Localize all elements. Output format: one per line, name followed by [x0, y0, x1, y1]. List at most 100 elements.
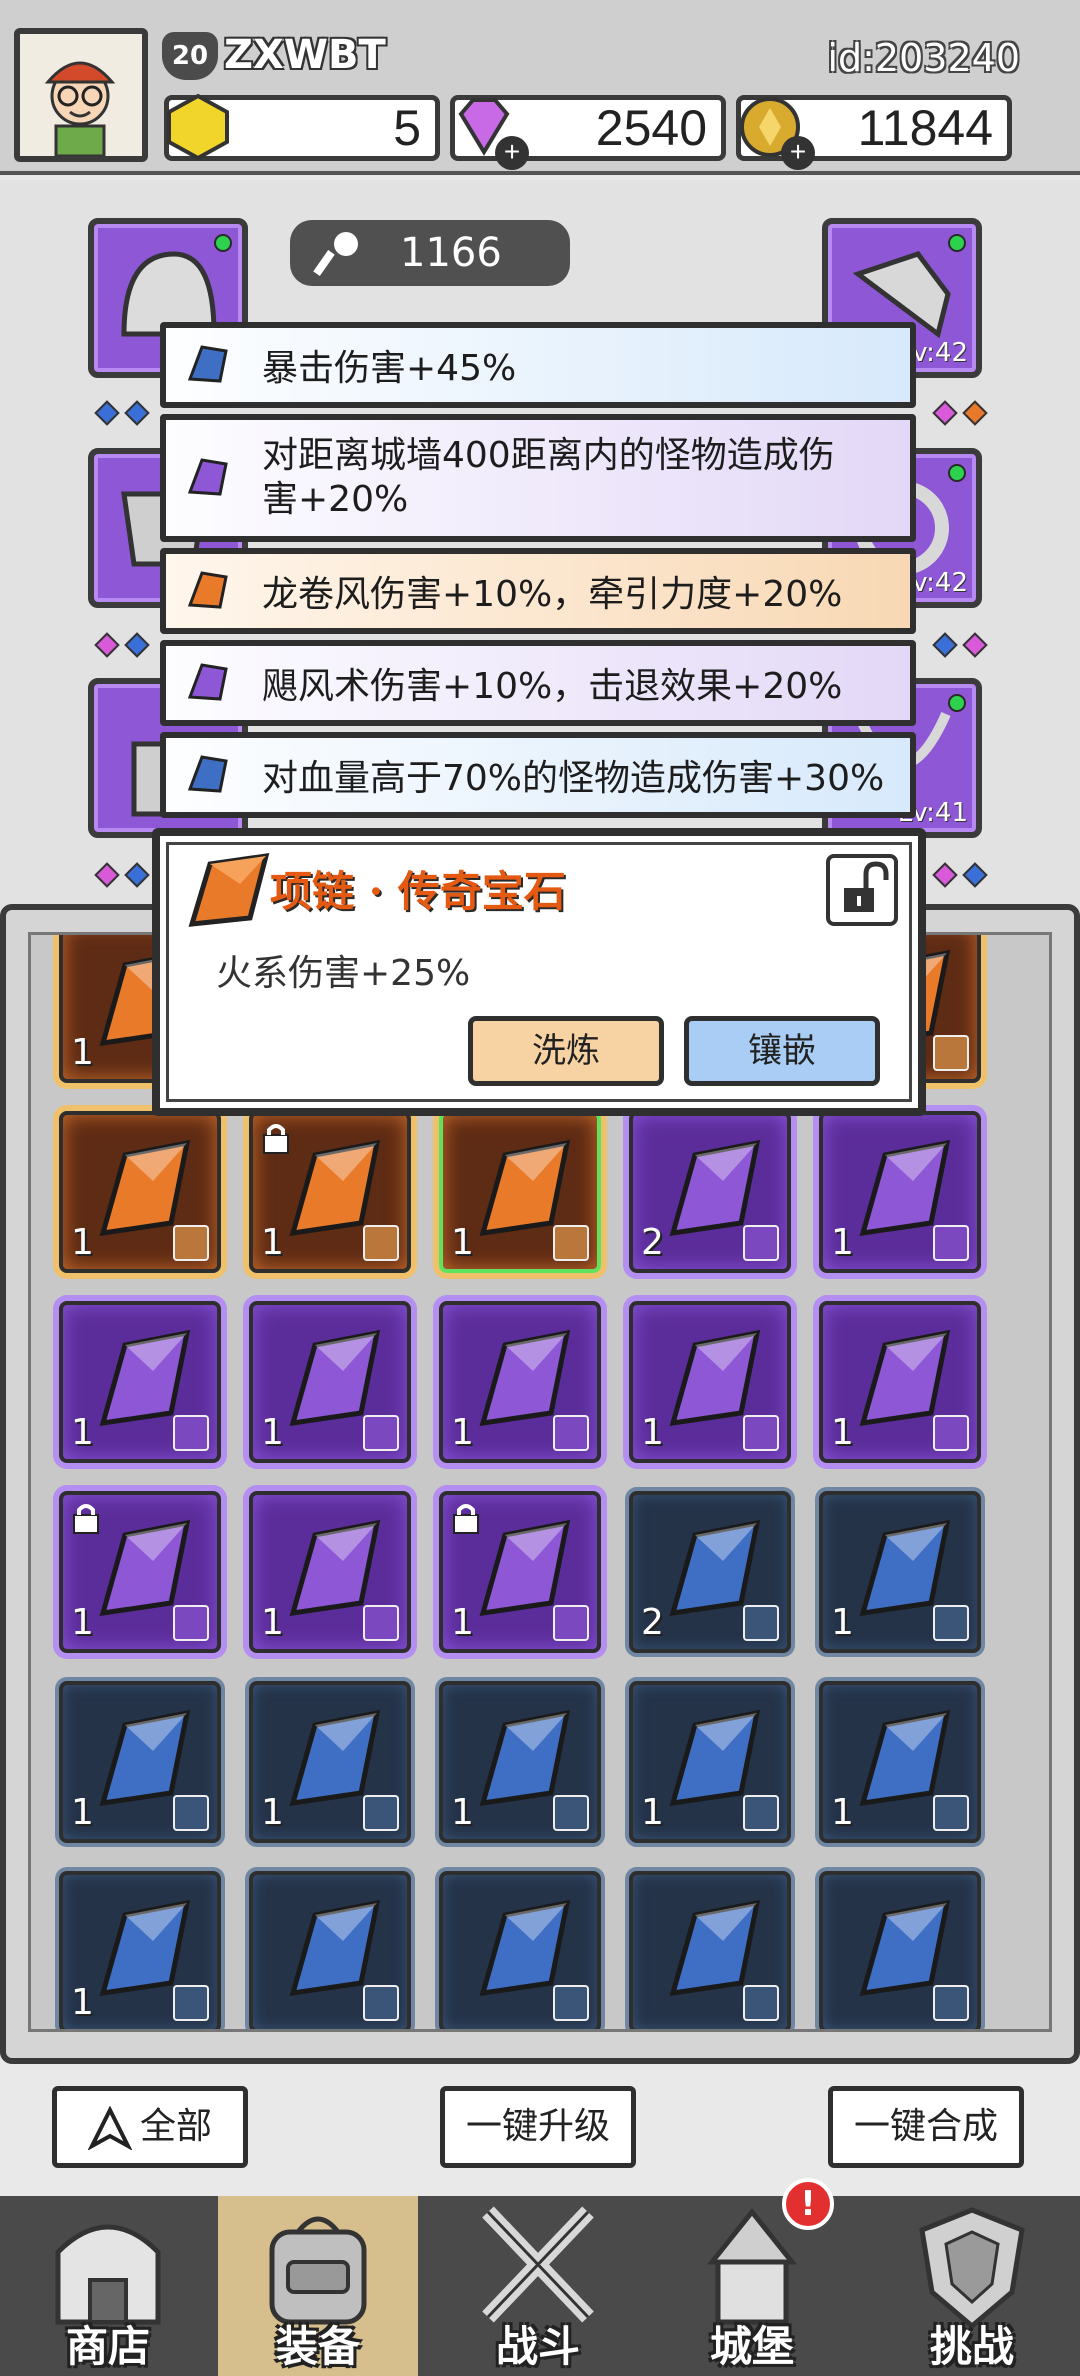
gem-count: 1	[71, 1412, 94, 1453]
inventory-gem-rare[interactable]: 1	[59, 1871, 221, 2029]
inventory-gem-rare[interactable]	[629, 1871, 791, 2029]
inventory-gem-rare[interactable]: 2	[629, 1491, 791, 1653]
shirt-slot-icon	[743, 1795, 779, 1831]
gem-count: 1	[71, 1982, 94, 2023]
gem-count: 1	[261, 1602, 284, 1643]
inventory-gem-epic[interactable]: 2	[629, 1111, 791, 1273]
top-bar: 20 ZXWBT id:203240 5 + 2540 + 11844	[0, 0, 1080, 175]
hat-slot-icon	[933, 1985, 969, 2021]
gem-count: 1	[261, 1792, 284, 1833]
nav-equipment[interactable]: 装备	[218, 2196, 418, 2376]
energy-value: 5	[393, 100, 421, 156]
player-level-badge: 20	[162, 32, 218, 80]
gem-value: 2540	[595, 100, 707, 156]
ring-slot-icon	[933, 1225, 969, 1261]
inventory-gem-epic[interactable]: 1	[439, 1491, 601, 1653]
gem-count: 1	[261, 1222, 284, 1263]
avatar[interactable]	[14, 28, 148, 162]
hat-slot-icon	[553, 1985, 589, 2021]
gem-effect-text: 火系伤害+25%	[216, 953, 471, 994]
inventory-gem-rare[interactable]	[439, 1871, 601, 2029]
rare-gem-icon	[187, 345, 228, 383]
gem-count: 2	[641, 1222, 664, 1263]
gem-count: 1	[71, 1032, 94, 1073]
power-display: 1166	[290, 220, 570, 286]
player-name: ZXWBT	[224, 32, 386, 78]
hat-slot-icon	[363, 1605, 399, 1641]
inlay-button[interactable]: 镶嵌	[684, 1016, 880, 1086]
coin-counter[interactable]: + 11844	[736, 95, 1012, 170]
nav-challenge[interactable]: 挑战	[872, 2196, 1072, 2376]
inventory-gem-rare[interactable]: 1	[59, 1681, 221, 1843]
refine-button[interactable]: 洗炼	[468, 1016, 664, 1086]
inventory-gem-epic[interactable]: 1	[249, 1491, 411, 1653]
nav-label: 城堡	[709, 2322, 794, 2371]
inventory-gem-rare[interactable]: 1	[819, 1681, 981, 1843]
gem-counter[interactable]: + 2540	[450, 95, 726, 170]
padlock-icon	[263, 1124, 289, 1154]
power-value: 1166	[400, 230, 502, 276]
padlock-icon	[73, 1504, 99, 1534]
nav-shop[interactable]: 商店	[8, 2196, 208, 2376]
add-gems-icon[interactable]: +	[495, 136, 529, 170]
inventory-gem-rare[interactable]: 1	[249, 1681, 411, 1843]
inventory-gem-rare[interactable]: 1	[819, 1491, 981, 1653]
filter-all-button[interactable]: 全部	[52, 2086, 248, 2168]
gem-count: 1	[831, 1222, 854, 1263]
shirt-slot-icon	[363, 1415, 399, 1451]
inventory-gem-rare[interactable]: 1	[629, 1681, 791, 1843]
add-coins-icon[interactable]: +	[781, 136, 815, 170]
padlock-icon	[453, 1504, 479, 1534]
shirt-slot-icon	[553, 1795, 589, 1831]
inventory-gem-legend[interactable]: 1	[59, 1111, 221, 1273]
rare-gem-icon	[187, 755, 228, 793]
key-slot-icon	[743, 1415, 779, 1451]
hexagon-energy-icon	[167, 93, 229, 161]
wrench-icon	[313, 232, 358, 276]
triangle-filter-icon	[87, 2105, 133, 2151]
inventory-gem-epic[interactable]: 1	[439, 1301, 601, 1463]
bottom-nav: 商店 装备 战斗 ! 城堡 挑战	[0, 2178, 1080, 2376]
inventory-gem-epic[interactable]: 1	[59, 1491, 221, 1653]
gem-count: 1	[451, 1792, 474, 1833]
gem-count: 2	[641, 1602, 664, 1643]
key-slot-icon	[173, 1225, 209, 1261]
nav-battle[interactable]: 战斗	[438, 2196, 638, 2376]
filter-label: 全部	[139, 2106, 212, 2147]
necklace-slot-icon	[553, 1605, 589, 1641]
energy-counter[interactable]: 5	[164, 93, 440, 161]
equipped-indicator-icon	[214, 234, 232, 252]
inventory-gem-epic[interactable]: 1	[819, 1301, 981, 1463]
hat-slot-icon	[743, 1985, 779, 2021]
inventory-gem-epic[interactable]: 1	[59, 1301, 221, 1463]
inventory-gem-legend[interactable]: 1	[249, 1111, 411, 1273]
epic-gem-icon	[187, 663, 228, 701]
gem-count: 1	[261, 1412, 284, 1453]
inventory-gem-rare[interactable]	[249, 1871, 411, 2029]
upgrade-all-button[interactable]: 一键升级	[440, 2086, 636, 2168]
nav-castle[interactable]: ! 城堡	[652, 2178, 852, 2376]
bonus-row: 对距离城墙400距离内的怪物造成伤害+20%	[160, 414, 916, 542]
boots-slot-icon	[173, 1985, 209, 2021]
key-slot-icon	[933, 1415, 969, 1451]
gem-count: 1	[71, 1792, 94, 1833]
equipped-indicator-icon	[948, 694, 966, 712]
lock-toggle-button[interactable]	[826, 854, 898, 926]
inventory-gem-epic[interactable]: 1	[629, 1301, 791, 1463]
inventory-gem-rare[interactable]: 1	[439, 1681, 601, 1843]
legend-gem-icon	[187, 571, 228, 609]
bonus-row: 龙卷风伤害+10%，牵引力度+20%	[160, 548, 916, 634]
inventory-gem-legend[interactable]: 1	[439, 1111, 601, 1273]
gem-count: 1	[831, 1602, 854, 1643]
inventory-gem-epic[interactable]: 1	[249, 1301, 411, 1463]
inventory-gem-rare[interactable]	[819, 1871, 981, 2029]
ring-slot-icon	[933, 1605, 969, 1641]
gem-title: 项链 · 传奇宝石	[270, 867, 566, 916]
inventory-gem-epic[interactable]: 1	[819, 1111, 981, 1273]
coin-value: 11844	[857, 100, 993, 156]
compose-all-button[interactable]: 一键合成	[828, 2086, 1024, 2168]
gem-detail-popup: 项链 · 传奇宝石 火系伤害+25% 洗炼 镶嵌	[152, 828, 926, 1116]
epic-gem-icon	[187, 458, 228, 496]
alert-badge: !	[782, 2178, 834, 2230]
necklace-slot-icon	[553, 1225, 589, 1261]
